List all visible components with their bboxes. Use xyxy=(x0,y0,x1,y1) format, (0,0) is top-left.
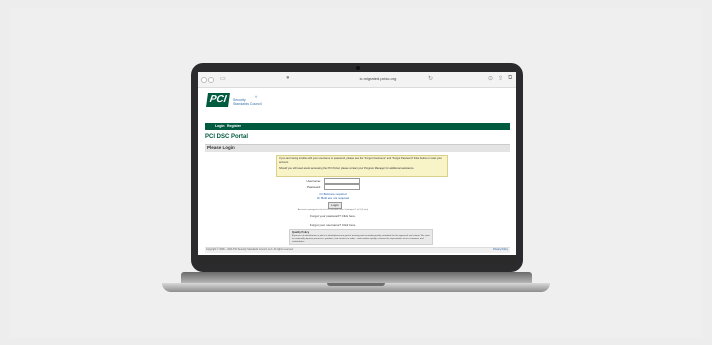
nav-bar: Login Register xyxy=(205,123,510,130)
logo-line2: Standards Council xyxy=(233,102,262,106)
privacy-policy-link[interactable]: Privacy Policy xyxy=(493,248,508,251)
password-label: Password: xyxy=(306,185,321,189)
help-notice: If you are having trouble with your user… xyxy=(276,155,448,177)
footer: Copyright © 2006 – 2021 PCI Security Sta… xyxy=(205,247,510,253)
copyright-text: Copyright © 2006 – 2021 PCI Security Sta… xyxy=(206,248,294,251)
policy-title: Quality Policy xyxy=(292,231,310,234)
shield-icon[interactable]: ● xyxy=(286,75,290,81)
forgot-username-link[interactable]: Forgot your username? Click here. xyxy=(298,223,368,227)
browser-window: ▭ ● ic.migrated.pcisc.org ↻ ⊙ ⇧ ⧉ PCI ® … xyxy=(198,72,516,255)
password-input[interactable] xyxy=(324,184,360,190)
not-required-link[interactable]: Or Bold are not required xyxy=(303,196,363,200)
section-header: Please Login xyxy=(205,144,510,152)
pci-logo[interactable]: PCI ® Security Standards Council xyxy=(206,93,262,109)
window-dot[interactable] xyxy=(201,77,207,83)
laptop-notch xyxy=(327,283,385,286)
forgot-password-link[interactable]: Forgot your password? Click here. xyxy=(298,214,368,218)
logo-text: ® Security Standards Council xyxy=(233,95,262,106)
page-body: PCI ® Security Standards Council Login R… xyxy=(198,88,516,255)
window-dot[interactable] xyxy=(208,77,214,83)
login-button[interactable]: Login xyxy=(328,202,342,209)
sidebar-icon[interactable]: ▭ xyxy=(220,75,226,82)
quality-policy: Quality Policy A process of identificati… xyxy=(289,229,433,245)
share-icon[interactable]: ⇧ xyxy=(498,75,503,82)
notice-text-1: If you are having trouble with your user… xyxy=(279,157,442,164)
address-bar[interactable]: ic.migrated.pcisc.org xyxy=(318,75,438,83)
nav-register[interactable]: Register xyxy=(227,124,241,128)
reload-icon[interactable]: ↻ xyxy=(428,75,433,82)
download-icon[interactable]: ⊙ xyxy=(488,75,493,82)
tabs-icon[interactable]: ⧉ xyxy=(508,75,512,82)
section-title: Please Login xyxy=(207,145,235,150)
username-label: Username: xyxy=(306,179,321,183)
nav-login[interactable]: Login xyxy=(215,124,225,128)
policy-text: A process of identification in place to … xyxy=(292,235,430,243)
camera-dot xyxy=(356,66,360,70)
page-title: PCI DSC Portal xyxy=(205,134,249,140)
notice-text-2: Should you still need assist accessing t… xyxy=(279,167,415,170)
browser-toolbar: ▭ ● ic.migrated.pcisc.org ↻ ⊙ ⇧ ⧉ xyxy=(198,72,516,88)
attempts-note: Accounts managed in the last 60 seconds.… xyxy=(297,209,369,211)
logo-mark: PCI xyxy=(206,93,230,107)
